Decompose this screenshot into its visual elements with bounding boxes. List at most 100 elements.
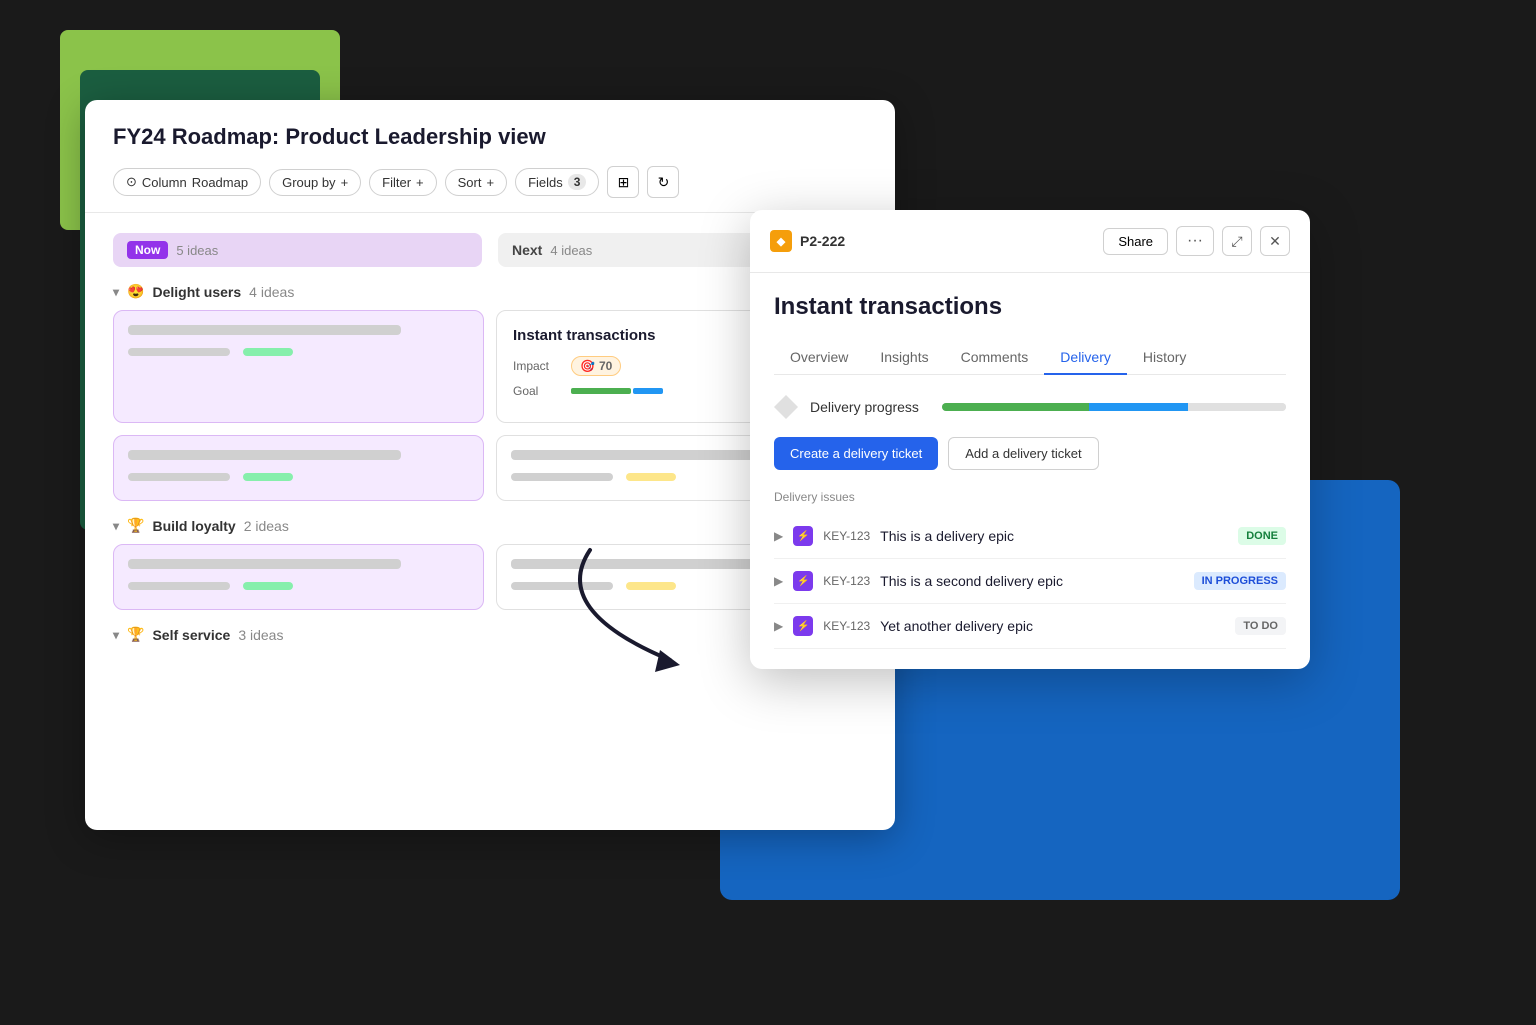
tab-insights[interactable]: Insights <box>864 341 944 375</box>
impact-badge: 🎯 70 <box>571 356 621 376</box>
tab-delivery[interactable]: Delivery <box>1044 341 1127 375</box>
fields-button[interactable]: Fields 3 <box>515 168 599 196</box>
issue-chevron-3: ▶ <box>774 619 783 633</box>
issue-status-1: DONE <box>1238 527 1286 545</box>
delivery-issue-2[interactable]: ▶ ⚡ KEY-123 This is a second delivery ep… <box>774 559 1286 604</box>
group-emoji-self: 🏆 <box>127 626 144 643</box>
issue-chevron-1: ▶ <box>774 529 783 543</box>
chevron-down-icon: ▾ <box>113 285 119 299</box>
issue-title-2: This is a second delivery epic <box>880 573 1183 589</box>
tab-overview[interactable]: Overview <box>774 341 864 375</box>
next-label: Next <box>512 242 542 258</box>
refresh-icon: ↻ <box>658 174 670 191</box>
detail-id: ◆ P2-222 <box>770 230 845 252</box>
group-count-loyalty: 2 ideas <box>244 518 289 534</box>
loyalty-badge-green <box>243 582 293 590</box>
action-buttons: Create a delivery ticket Add a delivery … <box>774 437 1286 470</box>
group-count-delight: 4 ideas <box>249 284 294 300</box>
loyalty-badge-yellow <box>626 582 676 590</box>
issue-title-1: This is a delivery epic <box>880 528 1228 544</box>
column-header-now: Now 5 ideas <box>113 233 482 267</box>
issue-icon-2: ⚡ <box>793 571 813 591</box>
detail-id-text: P2-222 <box>800 233 845 249</box>
card-badge-yellow-r2 <box>626 473 676 481</box>
loyalty-card-short-r <box>511 582 613 590</box>
impact-value: 70 <box>599 359 612 373</box>
group-label-loyalty: Build loyalty <box>152 518 235 534</box>
issue-status-3: TO DO <box>1235 617 1286 635</box>
close-icon: ✕ <box>1269 233 1281 250</box>
card-line-short-2 <box>128 473 230 481</box>
card-badge-green <box>243 348 293 356</box>
chevron-down-icon-self: ▾ <box>113 628 119 642</box>
issue-key-3: KEY-123 <box>823 619 870 633</box>
issue-icon-1: ⚡ <box>793 526 813 546</box>
goal-seg-green <box>571 388 631 394</box>
loyalty-card-line-r <box>511 559 784 569</box>
issue-key-1: KEY-123 <box>823 529 870 543</box>
group-emoji-delight: 😍 <box>127 283 144 300</box>
card-badges-2 <box>128 468 469 486</box>
issue-key-2: KEY-123 <box>823 574 870 588</box>
plus-icon-sort: + <box>486 175 494 190</box>
impact-icon: 🎯 <box>580 359 595 373</box>
goal-label: Goal <box>513 384 563 398</box>
tab-history[interactable]: History <box>1127 341 1203 375</box>
detail-header-actions: Share ··· ⤢ ✕ <box>1103 226 1290 256</box>
delivery-issues-label: Delivery issues <box>774 490 1286 504</box>
add-ticket-button[interactable]: Add a delivery ticket <box>948 437 1098 470</box>
card-line-r2 <box>511 450 784 460</box>
detail-header: ◆ P2-222 Share ··· ⤢ ✕ <box>750 210 1310 273</box>
card-badges <box>128 343 469 361</box>
close-button[interactable]: ✕ <box>1260 226 1290 256</box>
loyalty-card-left[interactable] <box>113 544 484 610</box>
expand-button[interactable]: ⤢ <box>1222 226 1252 256</box>
share-button[interactable]: Share <box>1103 228 1168 255</box>
card-line-short <box>128 348 230 356</box>
filter-button[interactable]: Filter + <box>369 169 436 196</box>
loyalty-card-short <box>128 582 230 590</box>
group-by-button[interactable]: Group by + <box>269 169 361 196</box>
impact-label: Impact <box>513 359 563 373</box>
column-button[interactable]: ⊙ Column Roadmap <box>113 168 261 196</box>
issue-title-3: Yet another delivery epic <box>880 618 1225 634</box>
group-label-self: Self service <box>152 627 230 643</box>
loyalty-card-line <box>128 559 401 569</box>
tab-comments[interactable]: Comments <box>945 341 1045 375</box>
delivery-issue-1[interactable]: ▶ ⚡ KEY-123 This is a delivery epic DONE <box>774 514 1286 559</box>
issue-icon-3: ⚡ <box>793 616 813 636</box>
group-emoji-loyalty: 🏆 <box>127 517 144 534</box>
layout-icon-button[interactable]: ⊞ <box>607 166 639 198</box>
plus-icon-filter: + <box>416 175 424 190</box>
detail-id-icon: ◆ <box>770 230 792 252</box>
card-badge-green-2 <box>243 473 293 481</box>
toolbar: ⊙ Column Roadmap Group by + Filter + Sor… <box>113 166 867 212</box>
detail-panel: ◆ P2-222 Share ··· ⤢ ✕ Instant transacti… <box>750 210 1310 669</box>
issue-status-2: IN PROGRESS <box>1194 572 1286 590</box>
refresh-icon-button[interactable]: ↻ <box>647 166 679 198</box>
group-label-delight: Delight users <box>152 284 241 300</box>
card-line-2 <box>128 450 401 460</box>
roadmap-header: FY24 Roadmap: Product Leadership view ⊙ … <box>85 100 895 213</box>
delivery-issue-3[interactable]: ▶ ⚡ KEY-123 Yet another delivery epic TO… <box>774 604 1286 649</box>
plus-icon: + <box>341 175 349 190</box>
sort-button[interactable]: Sort + <box>445 169 507 196</box>
card-line <box>128 325 401 335</box>
detail-title: Instant transactions <box>774 293 1286 321</box>
group-count-self: 3 ideas <box>238 627 283 643</box>
goal-seg-blue <box>633 388 663 394</box>
detail-tabs: Overview Insights Comments Delivery Hist… <box>774 341 1286 375</box>
loyalty-card-badges <box>128 577 469 595</box>
detail-content: Instant transactions Overview Insights C… <box>750 273 1310 669</box>
idea-card[interactable] <box>113 310 484 423</box>
diamond-icon: ◆ <box>777 235 785 248</box>
expand-icon: ⤢ <box>1231 233 1242 250</box>
goal-bar <box>571 388 663 394</box>
idea-card-2[interactable] <box>113 435 484 501</box>
dp-bar-green <box>942 403 1089 411</box>
create-ticket-button[interactable]: Create a delivery ticket <box>774 437 938 470</box>
delivery-progress-bar <box>942 403 1286 411</box>
more-button[interactable]: ··· <box>1176 226 1214 256</box>
layout-icon: ⊞ <box>618 174 630 191</box>
dp-bar-blue <box>1089 403 1187 411</box>
